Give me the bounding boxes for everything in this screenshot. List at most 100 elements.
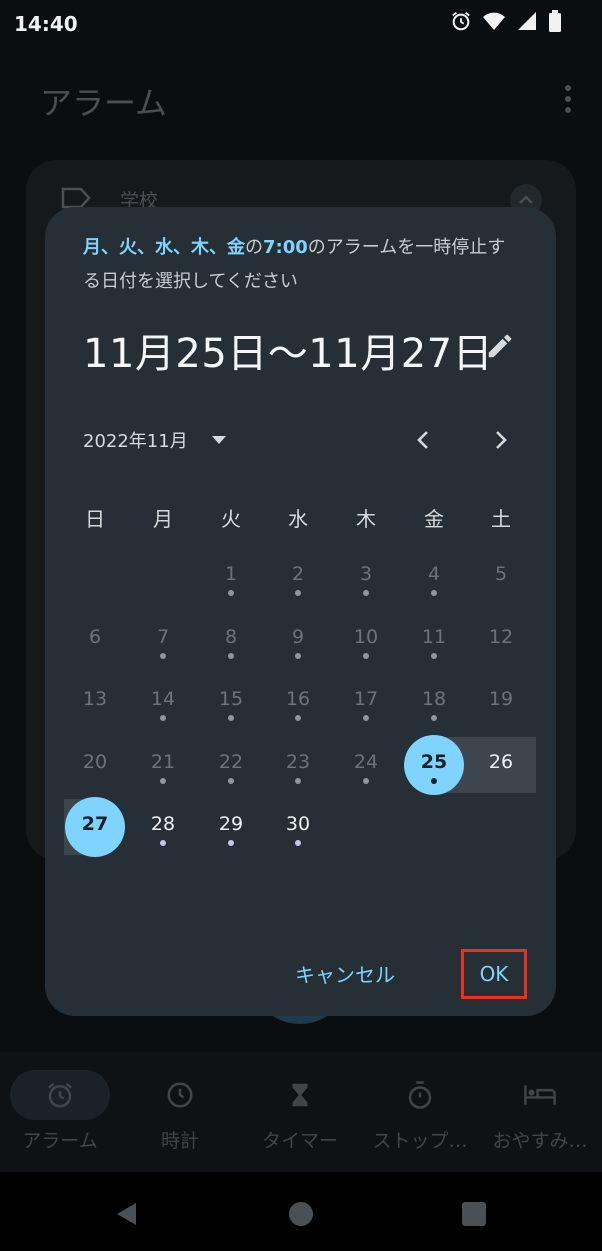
wifi-icon — [483, 12, 505, 30]
calendar-day-3[interactable]: 3 — [336, 547, 396, 607]
calendar-day-12[interactable]: 12 — [471, 610, 531, 670]
day-number: 15 — [218, 688, 244, 710]
cancel-button[interactable]: キャンセル — [295, 959, 395, 988]
calendar-day-10[interactable]: 10 — [336, 610, 396, 670]
weekday-label: 日 — [85, 507, 105, 531]
alarm-day-dot — [160, 778, 166, 784]
alarm-day-dot — [295, 840, 301, 846]
calendar-day-24[interactable]: 24 — [336, 735, 396, 795]
prev-month-icon[interactable] — [409, 425, 439, 455]
calendar-day-7[interactable]: 7 — [133, 610, 193, 670]
alarm-day-dot — [431, 653, 437, 659]
selected-range: 11月25日～11月27日 — [83, 331, 494, 377]
calendar-day-13[interactable]: 13 — [65, 672, 125, 732]
day-number: 9 — [291, 626, 305, 648]
dialog-message: 月、火、水、木、金の7:00のアラームを一時停止する日付を選択してください — [83, 231, 523, 299]
alarm-day-dot — [228, 715, 234, 721]
bed-icon — [524, 1085, 556, 1105]
page-title: アラーム — [40, 84, 168, 122]
status-bar: 14:40 — [0, 0, 602, 48]
day-number: 5 — [494, 563, 508, 585]
back-icon[interactable] — [116, 1202, 138, 1226]
day-number: 7 — [156, 626, 170, 648]
alarm-day-dot — [431, 778, 437, 784]
day-number: 3 — [359, 563, 373, 585]
calendar-day-14[interactable]: 14 — [133, 672, 193, 732]
more-vert-icon[interactable] — [558, 82, 578, 116]
nav-label: 時計 — [160, 1130, 199, 1152]
calendar-day-11[interactable]: 11 — [404, 610, 464, 670]
calendar-day-19[interactable]: 19 — [471, 672, 531, 732]
calendar-day-25[interactable]: 25 — [404, 735, 464, 795]
nav-item-alarm[interactable]: アラーム — [0, 1070, 120, 1153]
alarm-day-dot — [295, 778, 301, 784]
alarm-day-dot — [363, 653, 369, 659]
alarm-icon — [452, 12, 470, 31]
hourglass-icon — [292, 1083, 308, 1107]
alarm-day-dot — [431, 715, 437, 721]
recents-icon[interactable] — [462, 1202, 486, 1226]
weekday-label: 木 — [356, 507, 376, 531]
calendar-day-8[interactable]: 8 — [201, 610, 261, 670]
alarm-day-dot — [228, 590, 234, 596]
alarm-icon — [48, 1082, 72, 1108]
nav-item-stopwatch[interactable]: ストップ… — [360, 1070, 480, 1153]
dropdown-caret-icon[interactable] — [211, 435, 227, 445]
month-selector[interactable]: 2022年11月 — [83, 427, 188, 453]
calendar-day-20[interactable]: 20 — [65, 735, 125, 795]
calendar-day-18[interactable]: 18 — [404, 672, 464, 732]
day-number: 21 — [150, 751, 176, 773]
nav-item-clock[interactable]: 時計 — [120, 1070, 240, 1153]
message-time: 7:00 — [263, 237, 308, 258]
calendar-day-6[interactable]: 6 — [65, 610, 125, 670]
day-number: 19 — [488, 688, 514, 710]
calendar-day-26[interactable]: 26 — [471, 735, 531, 795]
calendar-day-27[interactable]: 27 — [65, 797, 125, 857]
nav-label: ストップ… — [372, 1130, 468, 1152]
alarm-day-dot — [160, 715, 166, 721]
alarm-day-dot — [228, 653, 234, 659]
weekday-label: 火 — [221, 507, 241, 531]
day-number: 26 — [488, 751, 514, 773]
bottom-nav: アラーム 時計 タイマー ストップ… おやすみ… — [0, 1052, 602, 1172]
day-number: 27 — [81, 813, 109, 835]
day-number: 1 — [224, 563, 238, 585]
calendar-day-23[interactable]: 23 — [268, 735, 328, 795]
calendar-day-17[interactable]: 17 — [336, 672, 396, 732]
nav-label: おやすみ… — [492, 1130, 588, 1152]
calendar-day-29[interactable]: 29 — [201, 797, 261, 857]
calendar-day-21[interactable]: 21 — [133, 735, 193, 795]
home-icon[interactable] — [289, 1202, 313, 1226]
day-number: 23 — [285, 751, 311, 773]
alarm-day-dot — [363, 715, 369, 721]
day-number: 4 — [427, 563, 441, 585]
calendar-day-5[interactable]: 5 — [471, 547, 531, 607]
ok-button[interactable]: OK — [461, 949, 527, 999]
cellular-icon — [518, 12, 536, 30]
calendar-day-4[interactable]: 4 — [404, 547, 464, 607]
day-number: 10 — [353, 626, 379, 648]
calendar-day-30[interactable]: 30 — [268, 797, 328, 857]
calendar-day-28[interactable]: 28 — [133, 797, 193, 857]
alarm-day-dot — [228, 840, 234, 846]
edit-icon[interactable] — [485, 331, 515, 361]
calendar-day-2[interactable]: 2 — [268, 547, 328, 607]
next-month-icon[interactable] — [485, 425, 515, 455]
alarm-day-dot — [295, 590, 301, 596]
alarm-day-dot — [228, 778, 234, 784]
status-icons — [450, 10, 562, 32]
day-number: 2 — [291, 563, 305, 585]
calendar-day-22[interactable]: 22 — [201, 735, 261, 795]
calendar-day-16[interactable]: 16 — [268, 672, 328, 732]
calendar-day-9[interactable]: 9 — [268, 610, 328, 670]
alarm-day-dot — [363, 778, 369, 784]
nav-item-timer[interactable]: タイマー — [240, 1070, 360, 1153]
message-days: 月、火、水、木、金 — [83, 237, 245, 258]
day-number: 11 — [421, 626, 447, 648]
calendar-day-1[interactable]: 1 — [201, 547, 261, 607]
day-number: 14 — [150, 688, 176, 710]
calendar-day-15[interactable]: 15 — [201, 672, 261, 732]
nav-item-bedtime[interactable]: おやすみ… — [480, 1070, 600, 1153]
message-mid: の — [245, 237, 263, 258]
battery-icon — [549, 10, 561, 32]
